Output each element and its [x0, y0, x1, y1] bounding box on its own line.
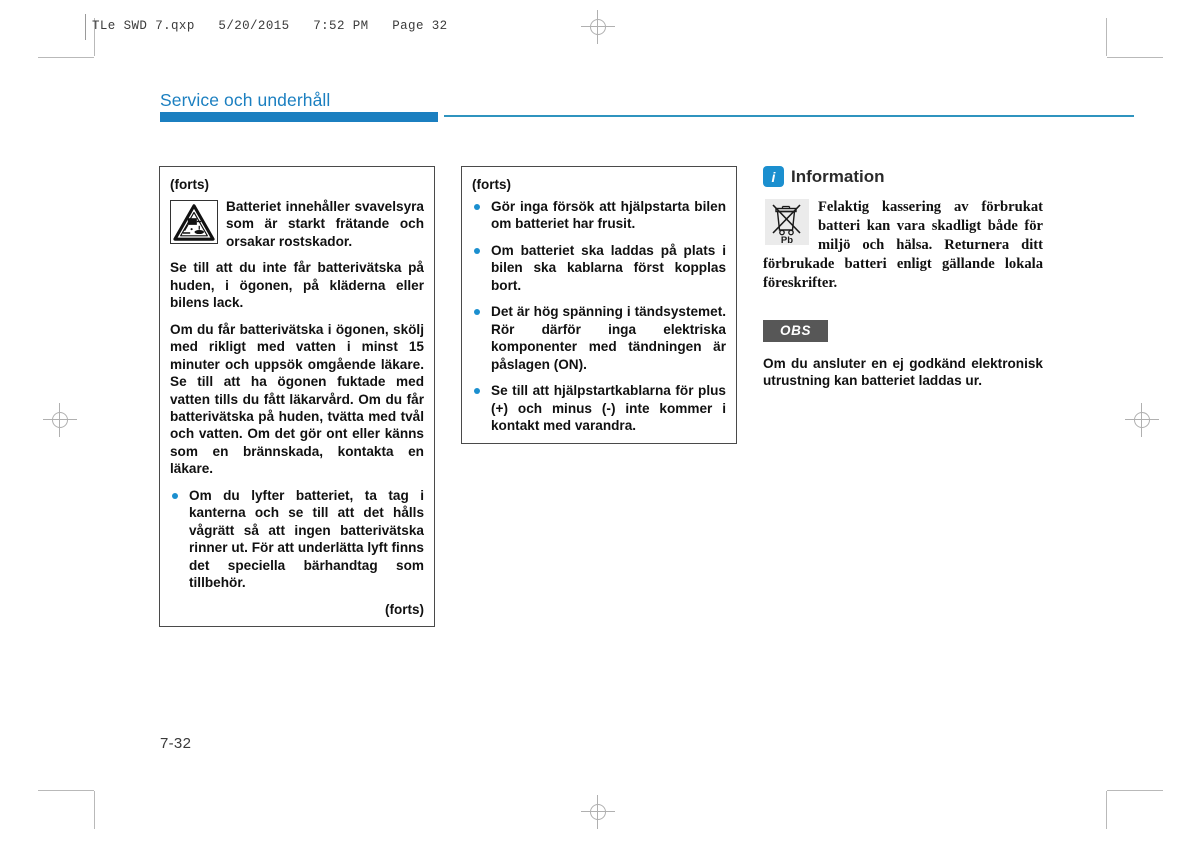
crop-mark-bottom-right-vertical [1106, 791, 1107, 829]
list-item: Se till att hjälpstartkablarna för plus … [472, 382, 726, 434]
crop-mark-top-right-horizontal [1107, 57, 1163, 58]
warning-paragraph-1: Se till att du inte får batterivätska på… [170, 260, 424, 311]
wheelie-bin-icon-label: Pb [781, 235, 793, 245]
list-item-text: Gör inga försök att hjälpstarta bilen om… [491, 199, 726, 232]
warning-bullet-list-two: Gör inga försök att hjälpstarta bilen om… [472, 198, 726, 434]
bullet-dot-icon [172, 492, 178, 499]
list-item-text: Om du lyfter batteriet, ta tag i kantern… [189, 487, 424, 591]
registration-mark-top [581, 10, 615, 44]
bullet-dot-icon [474, 388, 480, 395]
list-item-text: Det är hög spänning i tändsystemet. Rör … [491, 304, 726, 372]
page-number: 7-32 [160, 735, 192, 752]
list-item-text: Se till att hjälpstartkablarna för plus … [491, 383, 726, 433]
column-two: (forts) Gör inga försök att hjälpstarta … [461, 166, 737, 445]
status-badge: OBS [763, 319, 829, 342]
column-one: (forts) Batteriet innehåller svavelsyra … [159, 166, 435, 627]
list-item-text: Om batteriet ska laddas på plats i bilen… [491, 242, 726, 293]
notice-text: Om du ansluter en ej godkänd elektronisk… [763, 355, 1043, 389]
crop-mark-bottom-right-horizontal [1107, 790, 1163, 791]
icon-paragraph-block: Batteriet innehåller svavelsyra som är s… [170, 198, 424, 250]
information-title: Information [791, 166, 885, 186]
crossed-out-wheelie-bin-icon: Pb [765, 199, 809, 246]
column-three: i Information Pb Felaktig kassering av f… [763, 166, 1043, 403]
continued-label-top: (forts) [170, 177, 209, 192]
list-item: Om du lyfter batteriet, ta tag i kantern… [170, 487, 424, 592]
print-header-divider [85, 14, 86, 40]
continued-label-bottom: (forts) [385, 601, 424, 617]
warning-box-continued-one: (forts) Batteriet innehåller svavelsyra … [159, 166, 435, 627]
warning-box-continued-two: (forts) Gör inga försök att hjälpstarta … [461, 166, 737, 445]
information-body-block: Pb Felaktig kassering av förbrukat batte… [763, 198, 1043, 293]
notice-block: OBS Om du ansluter en ej godkänd elektro… [763, 319, 1043, 390]
page-title: Service och underhåll [160, 90, 331, 110]
registration-mark-left [43, 403, 77, 437]
crop-mark-bottom-left-horizontal [38, 790, 94, 791]
corrosive-hazard-icon [170, 200, 218, 244]
information-heading: i Information [763, 166, 1043, 187]
title-rule [444, 115, 1134, 117]
title-accent-bar [160, 112, 438, 122]
bullet-dot-icon [474, 309, 480, 316]
continued-label-top-two: (forts) [472, 177, 511, 192]
registration-mark-right [1125, 403, 1159, 437]
information-block: i Information Pb Felaktig kassering av f… [763, 166, 1043, 293]
warning-paragraph-2: Om du får batterivätska i ögonen, skölj … [170, 321, 424, 477]
bullet-dot-icon [474, 204, 480, 210]
list-item: Det är hög spänning i tändsystemet. Rör … [472, 303, 726, 373]
info-icon: i [763, 166, 784, 187]
print-header-text: TLe SWD 7.qxp 5/20/2015 7:52 PM Page 32 [92, 19, 448, 33]
crop-mark-top-right-vertical [1106, 18, 1107, 56]
warning-bullet-list-one: Om du lyfter batteriet, ta tag i kantern… [170, 487, 424, 592]
list-item: Gör inga försök att hjälpstarta bilen om… [472, 198, 726, 233]
registration-mark-bottom [581, 795, 615, 829]
crop-mark-bottom-left-vertical [94, 791, 95, 829]
bullet-dot-icon [474, 247, 480, 254]
list-item: Om batteriet ska laddas på plats i bilen… [472, 242, 726, 294]
crop-mark-top-left-horizontal [38, 57, 94, 58]
